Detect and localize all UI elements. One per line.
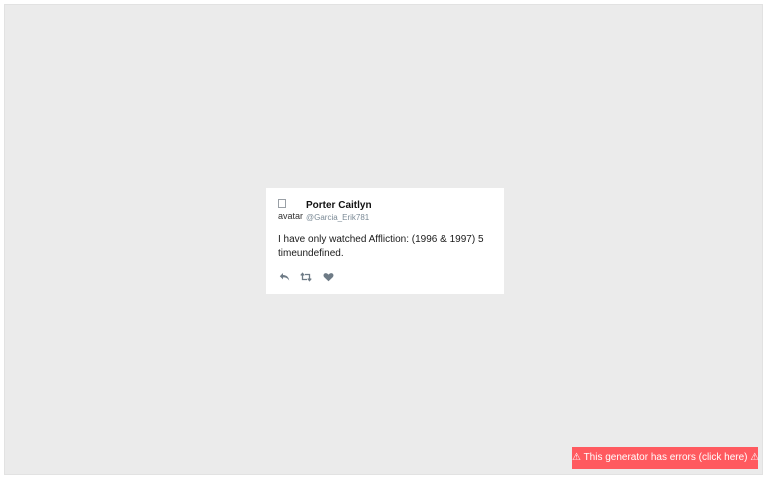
heart-icon[interactable] <box>322 271 334 283</box>
tweet-header: avatar Porter Caitlyn @Garcia_Erik781 <box>278 199 492 223</box>
avatar-alt-text: avatar <box>278 211 304 221</box>
tweet-actions <box>278 271 492 283</box>
author-handle[interactable]: @Garcia_Erik781 <box>306 212 372 223</box>
broken-image-icon <box>278 199 286 208</box>
tweet-author: Porter Caitlyn @Garcia_Erik781 <box>306 199 372 223</box>
retweet-icon[interactable] <box>300 271 312 283</box>
avatar[interactable]: avatar <box>278 199 306 221</box>
tweet-text: I have only watched Affliction: (1996 & … <box>278 234 484 259</box>
generator-error-banner[interactable]: ⚠ This generator has errors (click here)… <box>572 447 759 469</box>
tweet-card: avatar Porter Caitlyn @Garcia_Erik781 I … <box>266 188 504 294</box>
page-canvas: avatar Porter Caitlyn @Garcia_Erik781 I … <box>4 4 763 475</box>
author-display-name[interactable]: Porter Caitlyn <box>306 200 372 211</box>
reply-icon[interactable] <box>278 271 290 283</box>
